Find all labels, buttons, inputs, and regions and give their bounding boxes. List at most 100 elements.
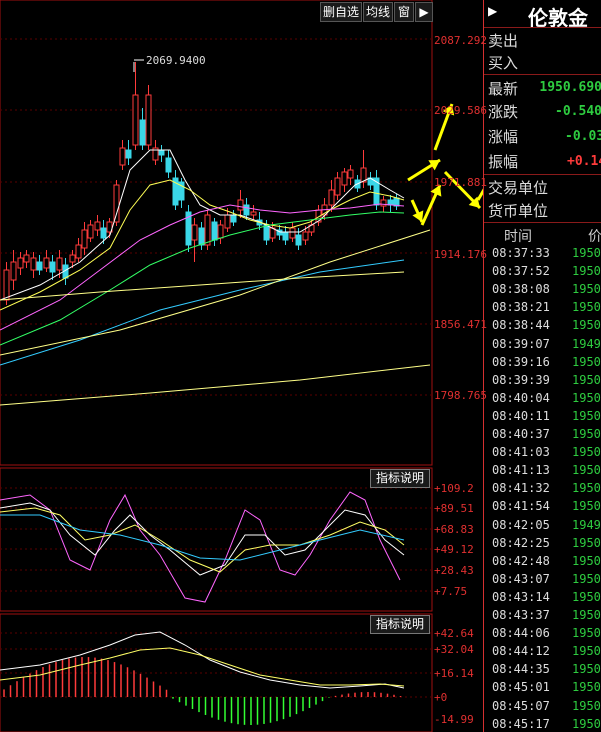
list-item: 08:38:21 1950: [484, 300, 601, 318]
candle-body: [211, 221, 218, 241]
indicator-help-button[interactable]: 指标说明: [370, 469, 430, 488]
buy-label: 买入: [488, 54, 519, 72]
candle-body: [43, 257, 50, 269]
indicator-help-button[interactable]: 指标说明: [370, 615, 430, 634]
candle-body: [204, 214, 211, 246]
amplitude-value: +0.14%: [567, 154, 601, 169]
list-item: 08:37:33 1950: [484, 246, 601, 264]
tick-price: 1950: [572, 427, 601, 441]
change-label: 涨跌: [488, 103, 519, 121]
macd-dif-line: [0, 631, 405, 689]
high-price-marker: 2069.9400: [146, 54, 206, 67]
macd-dea-line: [0, 647, 405, 687]
list-item: 08:38:44 1950: [484, 318, 601, 336]
tick-price: 1950: [572, 499, 601, 514]
price-axis-label: 1856.471: [434, 318, 487, 331]
candle-body: [75, 244, 82, 259]
tick-price: 1950: [572, 408, 601, 423]
candle-body: [263, 224, 270, 241]
list-item: 08:42:48 1950: [484, 554, 601, 572]
candle-body: [243, 204, 250, 216]
tick-time: 08:44:12: [492, 644, 550, 659]
candle-body: [81, 229, 88, 249]
candle-body: [17, 257, 24, 269]
tick-time: 08:40:11: [492, 408, 550, 423]
tick-time: 08:37:52: [492, 264, 550, 279]
tick-price: 1950: [572, 264, 601, 279]
tick-time: 08:42:05: [492, 517, 550, 532]
list-item: 08:43:07 1950: [484, 572, 601, 590]
candle-body: [230, 214, 237, 223]
candle-body: [250, 211, 257, 216]
candlestick-series: [3, 62, 400, 305]
macd-indicator: [0, 631, 405, 725]
tick-time: 08:44:06: [492, 626, 550, 641]
list-item: 08:44:12 1950: [484, 644, 601, 662]
ticks-time-header: 时间: [504, 229, 532, 245]
trend-line: [0, 271, 405, 301]
tick-time: 08:43:14: [492, 589, 550, 604]
indicator-axis-label: +89.51: [434, 502, 474, 515]
candle-body: [380, 199, 387, 207]
list-item: 08:40:37 1950: [484, 427, 601, 445]
list-item: 08:41:13 1950: [484, 463, 601, 481]
tick-price: 1950: [572, 608, 601, 622]
tick-price: 1950: [572, 553, 601, 568]
candle-body: [341, 171, 348, 186]
tick-price: 1949: [572, 336, 601, 351]
play-arrow-icon[interactable]: ▶: [488, 4, 497, 18]
tick-price: 1950: [572, 716, 601, 731]
price-axis-label: 2029.586: [434, 104, 487, 117]
list-item: 08:41:32 1950: [484, 481, 601, 499]
tick-price: 1950: [572, 698, 601, 713]
candle-body: [56, 257, 63, 271]
tick-price: 1950: [572, 246, 601, 260]
tick-time: 08:45:07: [492, 698, 550, 713]
tick-time: 08:40:04: [492, 390, 550, 405]
candle-body: [125, 149, 132, 159]
tick-price: 1949: [572, 517, 601, 532]
candle-body: [334, 177, 341, 196]
change-pct-value: -0.03%: [565, 129, 601, 144]
price-axis-label: 1971.881: [434, 176, 487, 189]
kdj-k-line: [0, 502, 405, 576]
tick-price: 1950: [572, 662, 601, 677]
list-item: 08:38:08 1950: [484, 282, 601, 300]
amplitude-label: 振幅: [488, 153, 519, 171]
tick-time: 08:45:01: [492, 680, 550, 695]
candle-body: [145, 94, 152, 146]
price-axis-label: 1914.176: [434, 248, 487, 261]
tick-price: 1950: [572, 354, 601, 369]
ma-line-button[interactable]: 均线: [363, 2, 393, 22]
tick-time: 08:38:44: [492, 318, 550, 333]
tick-price: 1950: [572, 390, 601, 405]
tick-time: 08:41:03: [492, 445, 550, 460]
list-item: 08:40:11 1950: [484, 409, 601, 427]
latest-price: 1950.690: [539, 80, 601, 95]
tick-price: 1950: [572, 571, 601, 586]
trade-unit-label: 交易单位: [488, 179, 549, 197]
indicator-axis-label: +7.75: [434, 585, 468, 598]
tick-time: 08:38:21: [492, 300, 550, 315]
play-arrow-icon[interactable]: ▶: [415, 2, 433, 22]
tick-time: 08:41:54: [492, 499, 550, 514]
list-item: 08:39:39 1950: [484, 373, 601, 391]
tick-price: 1950: [572, 626, 601, 641]
delete-favorite-button[interactable]: 删自选: [320, 2, 362, 22]
candle-body: [30, 257, 37, 271]
tick-time: 08:42:48: [492, 553, 550, 568]
window-button[interactable]: 窗: [394, 2, 414, 22]
tick-time: 08:37:33: [492, 246, 550, 260]
tick-time: 08:44:35: [492, 662, 550, 677]
indicator-axis-label: +32.04: [434, 643, 474, 656]
candle-body: [139, 119, 146, 146]
candle-body: [158, 149, 165, 156]
tick-price: 1950: [572, 372, 601, 387]
tick-price: 1950: [572, 445, 601, 460]
change-pct-label: 涨幅: [488, 128, 519, 146]
tick-list[interactable]: 08:37:33 1950 08:37:52 1950 08:38:08 1950 08:3…: [484, 246, 601, 732]
indicator-axis-label: +42.64: [434, 627, 474, 640]
list-item: 08:39:16 1950: [484, 355, 601, 373]
indicator-axis-label: +49.12: [434, 543, 474, 556]
list-item: 08:43:37 1950: [484, 608, 601, 626]
